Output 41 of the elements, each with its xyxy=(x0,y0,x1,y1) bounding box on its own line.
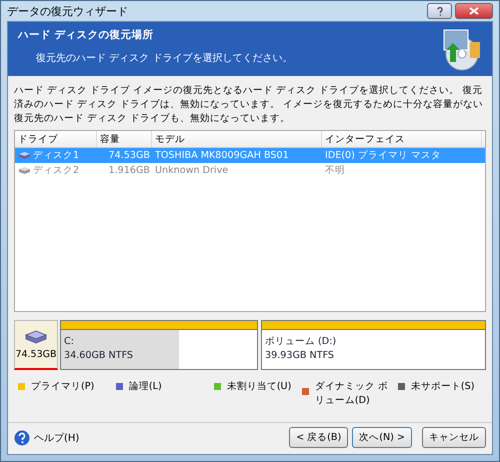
disk-tile[interactable]: 74.53GB xyxy=(14,320,58,370)
partition-block[interactable]: ボリューム (D:) 39.93GB NTFS xyxy=(261,320,486,370)
column-header[interactable]: モデル xyxy=(152,131,322,147)
partition-block[interactable]: C: 34.60GB NTFS xyxy=(60,320,258,370)
legend-label: プライマリ(P) xyxy=(31,380,94,394)
column-header[interactable]: 容量 xyxy=(97,131,152,147)
close-button[interactable] xyxy=(455,3,493,19)
legend-label: ダイナミック ボリューム(D) xyxy=(314,380,389,408)
header-subtitle: 復元先のハード ディスク ドライブを選択してください。 xyxy=(36,52,292,64)
partition-name: C: xyxy=(64,335,75,349)
table-cell: TOSHIBA MK8009GAH BS01 xyxy=(155,150,289,161)
disk-size: 74.53GB xyxy=(15,349,57,360)
window-title: データの復元ウィザード xyxy=(7,4,128,18)
partition-name: ボリューム (D:) xyxy=(265,335,338,349)
table-cell: 1.916GB xyxy=(108,165,150,176)
table-cell: IDE(0) プライマリ マスタ xyxy=(325,149,441,162)
partition-info: 39.93GB NTFS xyxy=(265,349,336,363)
table-cell: 不明 xyxy=(325,164,345,177)
help-link[interactable]: ヘルプ(H) xyxy=(34,430,80,444)
question-icon xyxy=(434,6,444,16)
cancel-button[interactable]: キャンセル xyxy=(422,427,486,448)
help-button[interactable] xyxy=(427,3,452,19)
help-icon[interactable] xyxy=(14,430,30,446)
column-header[interactable]: インターフェイス xyxy=(322,131,482,147)
hard-drive-icon xyxy=(18,151,31,160)
legend-label: 未割り当て(U) xyxy=(226,380,292,394)
hard-drive-icon xyxy=(24,329,48,345)
partition-info: 34.60GB NTFS xyxy=(64,349,134,363)
table-cell: Unknown Drive xyxy=(155,165,228,176)
close-icon xyxy=(469,7,479,15)
description-text: ハード ディスク ドライブ イメージの復元先となるハード ディスク ドライブを選択してください。 復元済みのハード ディスク ドライブは、無効になっています。 イメージを復元するために十分な容量がない復元先のハード ディスク ドライブも、無効になっています。 xyxy=(13,84,484,126)
next-button[interactable]: 次へ(N) > xyxy=(352,427,412,448)
drive-name: ディスク2 xyxy=(33,164,80,177)
hard-drive-icon xyxy=(18,166,31,175)
drive-name: ディスク1 xyxy=(33,149,80,162)
legend-label: 論理(L) xyxy=(128,380,162,394)
column-header[interactable]: ドライブ xyxy=(15,131,97,147)
table-cell: 74.53GB xyxy=(108,150,150,161)
header-title: ハード ディスクの復元場所 xyxy=(18,28,155,42)
back-button[interactable]: < 戻る(B) xyxy=(289,427,348,448)
legend-label: 未サポート(S) xyxy=(410,380,474,394)
